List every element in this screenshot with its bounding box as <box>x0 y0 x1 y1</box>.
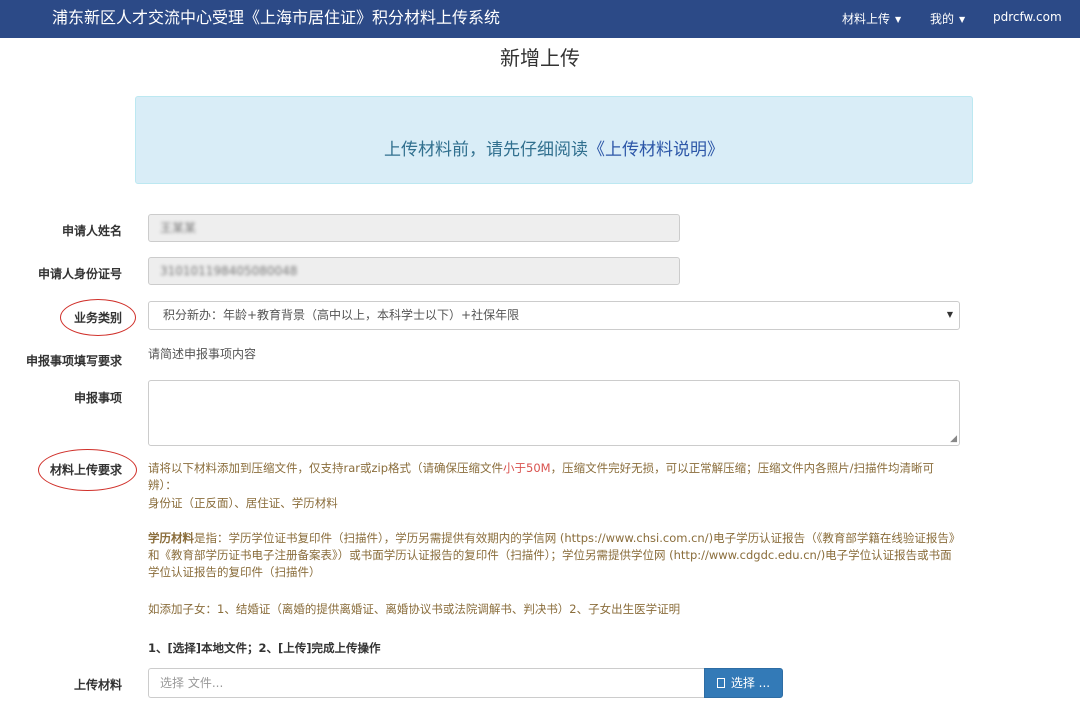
file-icon <box>716 678 725 688</box>
business-type-value: 积分新办：年龄+教育背景（高中以上，本科学士以下）+社保年限 <box>163 308 520 322</box>
size-limit-text: 小于50M <box>503 461 551 475</box>
menu-mine[interactable]: 我的 ▼ <box>930 10 965 27</box>
applicant-name-value: 王某某 <box>160 221 197 235</box>
business-type-label: 业务类别 <box>73 311 122 325</box>
upload-steps: 1、[选择]本地文件；2、[上传]完成上传操作 <box>148 641 381 655</box>
site-link[interactable]: pdrcfw.com <box>993 10 1062 24</box>
notice-box: 上传材料前，请先仔细阅读《上传材料说明》 <box>135 96 973 184</box>
file-placeholder: 选择 文件... <box>160 676 224 690</box>
children-requirement: 如添加子女：1、结婚证（离婚的提供离婚证、离婚协议书或法院调解书、判决书）2、子… <box>148 602 681 616</box>
id-number-label: 申请人身份证号 <box>37 267 122 281</box>
choose-file-label: 选择 ... <box>730 676 771 690</box>
caret-down-icon: ▼ <box>895 15 902 24</box>
applicant-name-label: 申请人姓名 <box>61 224 122 238</box>
page-title: 新增上传 <box>500 46 580 70</box>
notice-text: 上传材料前，请先仔细阅读《上传材料说明》 <box>136 135 972 160</box>
file-path-input[interactable]: 选择 文件... <box>148 668 704 698</box>
id-number-value: 310101198405080048 <box>160 264 298 278</box>
material-req-label: 材料上传要求 <box>49 463 122 477</box>
choose-file-button[interactable]: 选择 ... <box>704 668 783 698</box>
requirement-text: 请将以下材料添加到压缩文件，仅支持rar或zip格式（请确保压缩文件 <box>148 461 504 475</box>
caret-down-icon: ▼ <box>959 15 966 24</box>
education-text: 是指：学历学位证书复印件（扫描件），学历另需提供有效期内的学信网 (https:… <box>148 531 955 579</box>
declaration-help-text: 请简述申报事项内容 <box>148 347 257 361</box>
resize-handle-icon[interactable]: ◢ <box>950 434 957 444</box>
top-navbar: 浦东新区人才交流中心受理《上海市居住证》积分材料上传系统 材料上传 ▼ 我的 ▼ p… <box>0 0 1080 38</box>
id-number-field: 310101198405080048 <box>148 257 680 285</box>
notice-prefix: 上传材料前，请先仔细阅读 <box>384 140 588 160</box>
declaration-label: 申报事项 <box>73 391 122 405</box>
menu-upload-label: 材料上传 <box>842 12 891 26</box>
declaration-req-label: 申报事项填写要求 <box>25 354 122 368</box>
upload-label: 上传材料 <box>73 678 122 692</box>
education-bold-label: 学历材料 <box>148 531 194 545</box>
requirement-line-2: 身份证（正反面）、居住证、学历材料 <box>148 496 338 510</box>
requirement-line-1: 请将以下材料添加到压缩文件，仅支持rar或zip格式（请确保压缩文件小于50M，… <box>148 460 958 494</box>
business-type-select[interactable]: 积分新办：年龄+教育背景（高中以上，本科学士以下）+社保年限 ▼ <box>148 301 960 330</box>
site-title[interactable]: 浦东新区人才交流中心受理《上海市居住证》积分材料上传系统 <box>52 4 500 28</box>
education-requirement: 学历材料是指：学历学位证书复印件（扫描件），学历另需提供有效期内的学信网 (ht… <box>148 530 958 581</box>
menu-mine-label: 我的 <box>930 12 955 26</box>
menu-upload[interactable]: 材料上传 ▼ <box>842 10 901 27</box>
caret-down-icon: ▼ <box>946 310 953 319</box>
upload-instructions-link[interactable]: 《上传材料说明》 <box>588 140 724 160</box>
declaration-textarea[interactable]: ◢ <box>148 380 960 446</box>
applicant-name-field: 王某某 <box>148 214 680 242</box>
